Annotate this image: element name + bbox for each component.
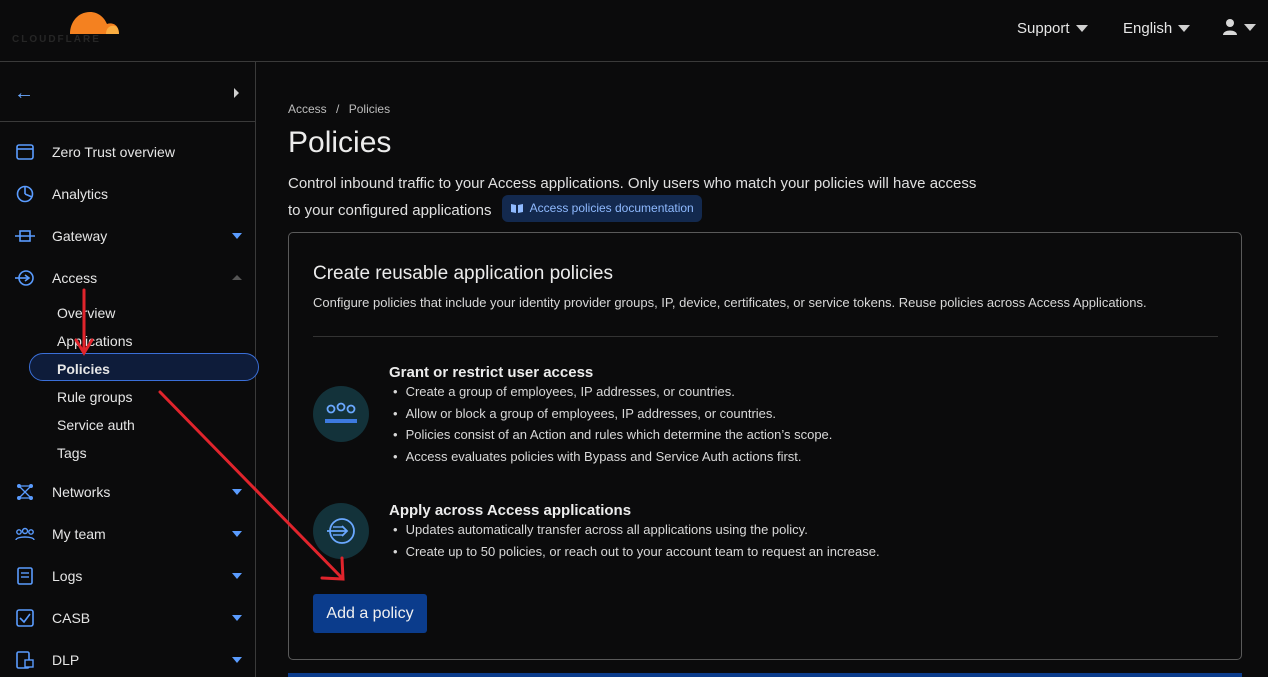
sidebar-subitem-rule-groups[interactable]: Rule groups (57, 389, 133, 405)
chevron-down-icon (232, 657, 242, 663)
sidebar-item-casb[interactable]: CASB (0, 603, 256, 633)
list-item: Policies consist of an Action and rules … (393, 427, 833, 449)
apply-arrow-icon (313, 503, 369, 559)
list-item: Allow or block a group of employees, IP … (393, 406, 832, 428)
team-icon (15, 524, 35, 544)
expand-sidebar-icon[interactable] (234, 88, 239, 98)
page-title: Policies (288, 126, 392, 159)
network-nodes-icon (15, 482, 35, 502)
sidebar-item-label: My team (52, 526, 106, 542)
chevron-down-icon (232, 233, 242, 239)
chevron-down-icon (232, 531, 242, 537)
card-subtitle: Configure policies that include your ide… (313, 295, 1147, 310)
book-icon (510, 204, 523, 213)
chevron-down-icon (232, 615, 242, 621)
list-item: Access evaluates policies with Bypass an… (393, 449, 832, 471)
sidebar-item-label: Networks (52, 484, 111, 500)
list-item: Updates automatically transfer across al… (393, 522, 880, 544)
sidebar-item-zero-trust-overview[interactable]: Zero Trust overview (0, 137, 256, 167)
sidebar-subitem-service-auth[interactable]: Service auth (57, 417, 135, 433)
next-section-edge (288, 673, 1242, 677)
sidebar-item-dlp[interactable]: DLP (0, 645, 256, 675)
add-policy-button[interactable]: Add a policy (313, 594, 427, 633)
sidebar-subitem-policies[interactable]: Policies (57, 361, 110, 377)
chevron-down-icon (1178, 25, 1191, 32)
top-bar: CLOUDFLARE Support English (0, 0, 1268, 62)
list-item: Create up to 50 policies, or reach out t… (393, 544, 880, 566)
user-icon (1223, 19, 1237, 35)
policies-empty-state-card: Create reusable application policies Con… (288, 232, 1242, 660)
language-menu[interactable]: English (1123, 20, 1191, 37)
documentation-link-label: Access policies documentation (529, 201, 694, 215)
feature-list-apply: Updates automatically transfer across al… (393, 522, 880, 565)
breadcrumb: Access / Policies (288, 102, 390, 116)
card-title: Create reusable application policies (313, 263, 613, 284)
logo-wordmark: CLOUDFLARE (12, 34, 101, 45)
back-arrow-icon[interactable]: ← (14, 82, 34, 105)
sidebar-item-label: Gateway (52, 228, 108, 244)
main-content: Access / Policies Policies Control inbou… (257, 62, 1268, 677)
divider (313, 336, 1218, 337)
user-group-icon (313, 386, 369, 442)
sidebar-item-networks[interactable]: Networks (0, 477, 256, 507)
document-icon (15, 566, 35, 586)
support-label: Support (1017, 20, 1070, 37)
sidebar-subitem-tags[interactable]: Tags (57, 445, 87, 461)
sidebar-item-access[interactable]: Access (0, 263, 256, 293)
sidebar-item-analytics[interactable]: Analytics (0, 179, 256, 209)
sidebar: ← Zero Trust overview Analytics Gateway … (0, 62, 259, 677)
feature-list-grant: Create a group of employees, IP addresse… (393, 384, 833, 471)
chevron-down-icon (232, 489, 242, 495)
feature-title-apply: Apply across Access applications (389, 502, 632, 519)
sidebar-header: ← (0, 62, 255, 122)
page-description: Control inbound traffic to your Access a… (288, 172, 988, 222)
access-arrows-icon (15, 268, 35, 288)
user-menu[interactable] (1222, 18, 1256, 36)
breadcrumb-policies: Policies (348, 102, 391, 116)
data-lock-icon (15, 650, 35, 670)
breadcrumb-access[interactable]: Access (288, 102, 327, 116)
support-menu[interactable]: Support (1017, 20, 1088, 37)
sidebar-item-gateway[interactable]: Gateway (0, 221, 256, 251)
chevron-down-icon (1244, 23, 1256, 31)
sidebar-subitem-applications[interactable]: Applications (57, 333, 133, 349)
sidebar-item-logs[interactable]: Logs (0, 561, 256, 591)
cloudflare-logo[interactable]: CLOUDFLARE (12, 8, 122, 48)
checklist-icon (15, 608, 35, 628)
sidebar-item-my-team[interactable]: My team (0, 519, 256, 549)
sidebar-item-label: CASB (52, 610, 91, 626)
chevron-up-icon (232, 275, 242, 280)
breadcrumb-separator: / (336, 102, 340, 116)
language-label: English (1123, 20, 1173, 37)
chevron-down-icon (232, 573, 242, 579)
sidebar-item-label: Analytics (52, 186, 109, 202)
sidebar-subitem-overview[interactable]: Overview (57, 305, 115, 321)
documentation-link[interactable]: Access policies documentation (501, 195, 702, 222)
sidebar-item-label: Access (52, 270, 98, 286)
browser-window-icon (15, 142, 35, 162)
sidebar-item-label: Zero Trust overview (52, 144, 175, 160)
list-item: Create a group of employees, IP addresse… (393, 384, 832, 406)
sidebar-item-label: DLP (52, 652, 80, 668)
sidebar-item-label: Logs (52, 568, 83, 584)
gateway-icon (15, 226, 35, 246)
chevron-down-icon (1075, 25, 1088, 32)
feature-title-grant: Grant or restrict user access (389, 364, 594, 381)
pie-chart-icon (15, 184, 35, 204)
